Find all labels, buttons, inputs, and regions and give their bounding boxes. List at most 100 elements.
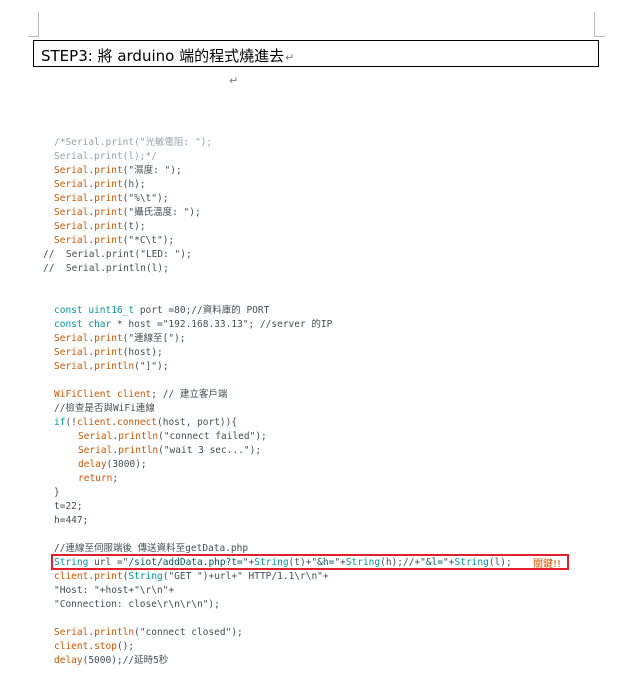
- code-token: ("%\t");: [122, 193, 169, 204]
- code-token: print: [94, 179, 123, 190]
- code-token: // Serial.print("LED: ");: [43, 249, 192, 260]
- code-token: "Connection: close\r\n\r\n");: [54, 599, 220, 610]
- code-token: Serial: [54, 193, 89, 204]
- code-token: * host ="192.168.33.13"; //server 的IP: [111, 319, 333, 330]
- code-token: Serial: [54, 207, 89, 218]
- code-token: ("connect closed");: [134, 627, 243, 638]
- code-line: }: [54, 486, 60, 500]
- code-token: client: [76, 417, 112, 428]
- code-token: const: [54, 305, 83, 316]
- code-token: ("wait 3 sec...");: [158, 445, 262, 456]
- code-token: print: [94, 165, 123, 176]
- code-token: Serial: [54, 333, 89, 344]
- code-block: /*Serial.print("光敏電阻: "); Serial.print(l)…: [0, 0, 640, 686]
- code-token: Serial: [54, 179, 89, 190]
- code-token: Serial: [78, 431, 113, 442]
- code-token: Serial: [54, 221, 89, 232]
- code-line: Serial.print("%\t");: [54, 192, 168, 206]
- code-token: ("]");: [134, 361, 169, 372]
- highlight-box: [51, 554, 569, 570]
- code-token: client: [116, 389, 152, 400]
- code-line: Serial.print(h);: [54, 178, 146, 192]
- code-token: "Host: "+host+"\r\n"+: [54, 585, 175, 596]
- code-token: ("濕度: ");: [122, 165, 182, 176]
- code-line: client.print(String("GET ")+url+" HTTP/1…: [54, 570, 329, 584]
- highlight-note: 關鍵!!: [533, 559, 562, 570]
- code-token: println: [94, 361, 135, 372]
- code-token: (5000);//延時5秒: [82, 655, 169, 666]
- code-token: (host);: [122, 347, 163, 358]
- code-token: (3000);: [106, 459, 147, 470]
- code-token: println: [118, 445, 159, 456]
- code-token: (h);: [122, 179, 146, 190]
- code-token: (!: [65, 417, 77, 428]
- code-line: client.stop();: [54, 640, 134, 654]
- code-line: Serial.print(t);: [54, 220, 146, 234]
- code-line: Serial.println("]");: [54, 360, 168, 374]
- code-token: ("連線至[");: [122, 333, 186, 344]
- code-line: //檢查是否與WiFi連線: [54, 402, 155, 416]
- code-token: print: [94, 347, 123, 358]
- code-token: if: [54, 417, 66, 428]
- code-token: port =80;//資料庫的 PORT: [134, 305, 270, 316]
- code-line: "Host: "+host+"\r\n"+: [54, 584, 174, 598]
- code-line: Serial.print(host);: [54, 346, 163, 360]
- code-token: println: [118, 431, 159, 442]
- code-line: "Connection: close\r\n\r\n");: [54, 598, 220, 612]
- code-token: print: [94, 207, 123, 218]
- code-token: Serial: [54, 361, 89, 372]
- code-token: ();: [116, 641, 135, 652]
- code-token: client: [54, 641, 89, 652]
- code-token: //連線至伺服端後 傳送資料至getData.php: [54, 543, 249, 554]
- code-token: // Serial.println(l);: [43, 263, 169, 274]
- code-token: connect: [116, 417, 158, 428]
- code-line: Serial.println("connect failed");: [78, 430, 267, 444]
- code-token: print: [94, 221, 123, 232]
- code-token: ; // 建立客戶端: [151, 389, 228, 400]
- code-token: Serial: [78, 445, 113, 456]
- code-token: String: [128, 571, 163, 582]
- code-line: return;: [78, 472, 118, 486]
- code-token: ;: [112, 473, 119, 484]
- code-token: ("connect failed");: [158, 431, 267, 442]
- code-token: stop: [94, 641, 117, 652]
- code-token: print: [94, 333, 123, 344]
- code-token: delay: [78, 459, 107, 470]
- code-line: delay(5000);//延時5秒: [54, 654, 168, 668]
- code-token: t=22;: [54, 501, 83, 512]
- code-token: Serial: [54, 347, 89, 358]
- code-line: const uint16_t port =80;//資料庫的 PORT: [54, 304, 269, 318]
- code-line: h=447;: [54, 514, 88, 528]
- code-line: delay(3000);: [78, 458, 147, 472]
- code-token: /*Serial.print("光敏電阻: ");: [54, 137, 213, 148]
- code-token: char: [88, 319, 112, 330]
- code-token: Serial: [54, 627, 89, 638]
- code-line: Serial.print("*C\t");: [54, 234, 174, 248]
- code-token: println: [94, 627, 135, 638]
- code-token: delay: [54, 655, 83, 666]
- code-token: print: [94, 571, 123, 582]
- code-token: WiFiClient: [54, 389, 112, 400]
- code-token: uint16_t: [88, 305, 135, 316]
- code-line: Serial.println("wait 3 sec...");: [78, 444, 261, 458]
- code-token: }: [54, 487, 60, 498]
- code-token: ("攝氏溫度: ");: [122, 207, 201, 218]
- code-token: print: [94, 235, 123, 246]
- code-line: /*Serial.print("光敏電阻: ");: [54, 136, 212, 150]
- code-line: WiFiClient client; // 建立客戶端: [54, 388, 227, 402]
- code-line: Serial.print("連線至[");: [54, 332, 186, 346]
- code-token: print: [94, 193, 123, 204]
- code-line: Serial.print(l);*/: [54, 150, 157, 164]
- code-token: (host, port)){: [157, 417, 238, 428]
- code-line: Serial.println("connect closed");: [54, 626, 243, 640]
- code-line: t=22;: [54, 500, 83, 514]
- code-token: Serial.print(l);*/: [54, 151, 157, 162]
- code-token: h=447;: [54, 515, 89, 526]
- code-line: if(!client.connect(host, port)){: [54, 416, 237, 430]
- code-token: const: [54, 319, 83, 330]
- code-token: client: [54, 571, 89, 582]
- code-token: Serial: [54, 165, 89, 176]
- code-line: Serial.print("濕度: ");: [54, 164, 182, 178]
- code-line: Serial.print("攝氏溫度: ");: [54, 206, 201, 220]
- code-token: ("*C\t");: [122, 235, 175, 246]
